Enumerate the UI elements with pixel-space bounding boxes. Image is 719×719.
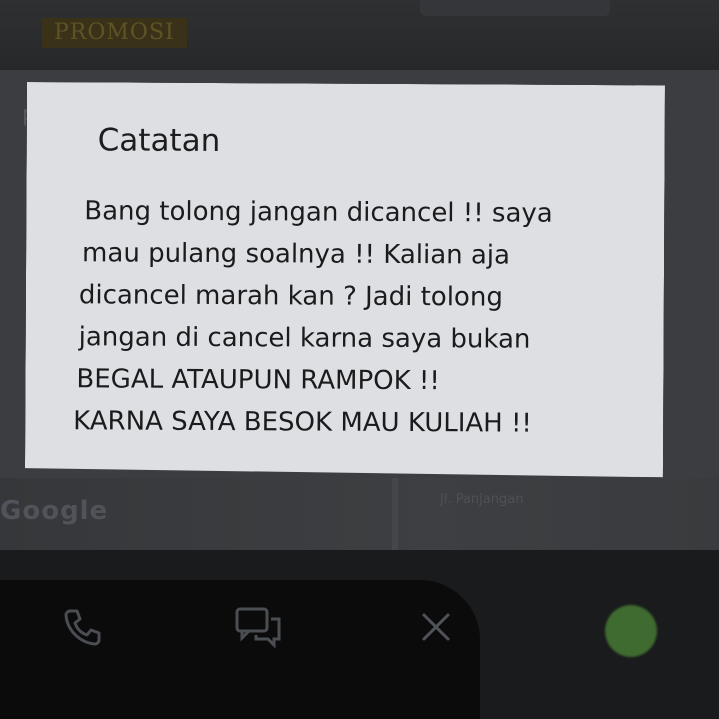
note-line: Bang tolong jangan dicancel !! saya xyxy=(84,196,553,229)
note-text: Bang tolong jangan dicancel !! saya mau … xyxy=(83,190,644,445)
promo-badge: PROMOSI xyxy=(42,18,187,48)
note-line: BEGAL ATAUPUN RAMPOK !! xyxy=(76,364,440,397)
map-logo: Google xyxy=(0,496,109,526)
accept-button[interactable] xyxy=(605,605,657,657)
note-line: KARNA SAYA BESOK MAU KULIAH !! xyxy=(73,406,532,439)
header-tab xyxy=(420,0,610,16)
close-icon[interactable] xyxy=(414,605,458,649)
map-road xyxy=(392,478,398,550)
note-line: jangan di cancel karna saya bukan xyxy=(78,322,531,355)
app-header: PROMOSI xyxy=(0,0,719,70)
map-street-label: Jl. Panjangan xyxy=(440,492,524,507)
note-dialog: Catatan Bang tolong jangan dicancel !! s… xyxy=(25,82,665,477)
phone-screen: PROMOSI p Google Jl. Panjangan Catatan B… xyxy=(0,0,719,719)
note-line: mau pulang soalnya !! Kalian aja xyxy=(82,238,511,271)
phone-icon[interactable] xyxy=(60,605,104,649)
chat-icon[interactable] xyxy=(234,605,281,649)
dialog-title: Catatan xyxy=(97,122,221,160)
finger-shadow xyxy=(0,580,480,719)
note-line: dicancel marah kan ? Jadi tolong xyxy=(78,280,503,313)
